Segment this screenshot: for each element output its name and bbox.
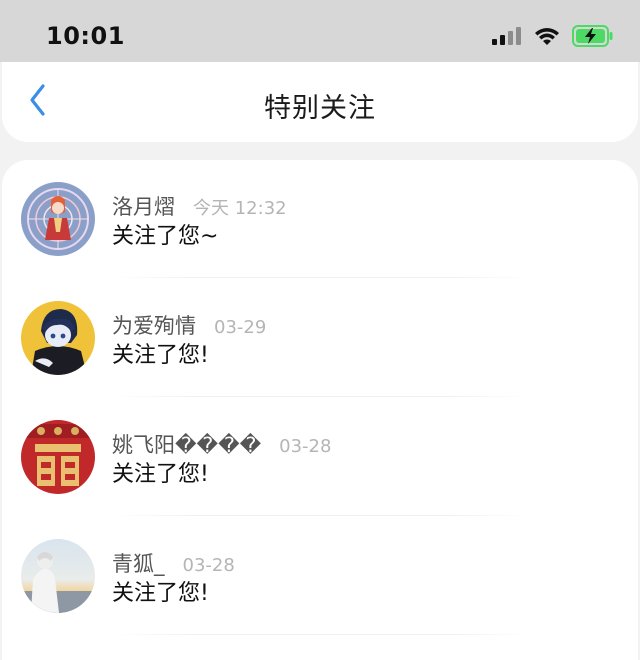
user-name[interactable]: 姚飞阳����	[112, 429, 261, 459]
avatar[interactable]	[21, 539, 95, 613]
avatar[interactable]	[21, 301, 95, 375]
timestamp: 03-28	[279, 436, 332, 457]
status-time: 10:01	[46, 22, 125, 50]
status-bar: 10:01	[0, 0, 640, 62]
follow-list: 洛月熠 今天 12:32 关注了您~ 为爱殉情 03-29 关注了您! 姚飞阳�…	[2, 160, 638, 660]
item-header: 姚飞阳���� 03-28	[112, 429, 331, 459]
list-item[interactable]: 为爱殉情 03-29 关注了您!	[2, 279, 638, 397]
divider	[112, 634, 532, 635]
divider	[112, 396, 532, 397]
user-name[interactable]: 为爱殉情	[112, 310, 196, 340]
item-message: 关注了您!	[112, 343, 209, 368]
page-title: 特别关注	[264, 93, 376, 124]
avatar[interactable]	[21, 420, 95, 494]
list-item[interactable]: 姚飞阳���� 03-28 关注了您!	[2, 398, 638, 516]
divider	[112, 277, 532, 278]
status-icons	[492, 25, 614, 51]
list-item[interactable]: 洛月熠 今天 12:32 关注了您~	[2, 160, 638, 278]
timestamp: 03-29	[214, 317, 267, 338]
timestamp: 今天 12:32	[193, 198, 287, 219]
divider	[112, 515, 532, 516]
avatar[interactable]	[21, 182, 95, 256]
user-name[interactable]: 青狐_	[112, 548, 165, 578]
wifi-icon	[534, 26, 560, 50]
item-message: 关注了您!	[112, 581, 209, 606]
battery-charging-icon	[572, 25, 614, 51]
item-message: 关注了您!	[112, 462, 209, 487]
timestamp: 03-28	[182, 555, 235, 576]
item-header: 青狐_ 03-28	[112, 548, 235, 578]
item-message: 关注了您~	[112, 224, 219, 249]
cellular-signal-icon	[492, 27, 522, 49]
list-item[interactable]: 青狐_ 03-28 关注了您!	[2, 517, 638, 635]
user-name[interactable]: 洛月熠	[112, 191, 175, 221]
item-header: 为爱殉情 03-29	[112, 310, 266, 340]
nav-bar: 特别关注	[2, 62, 638, 142]
item-header: 洛月熠 今天 12:32	[112, 191, 287, 221]
